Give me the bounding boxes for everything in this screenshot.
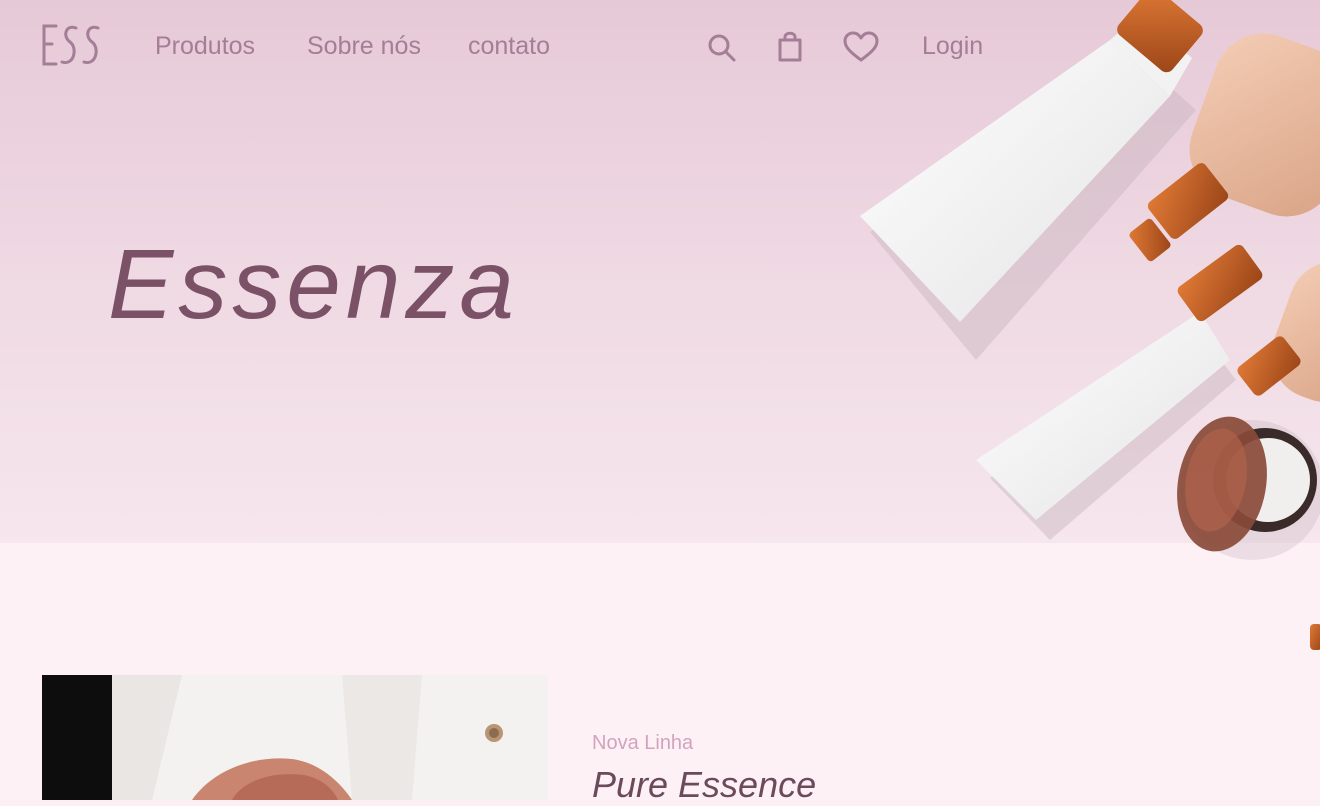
nav-produtos[interactable]: Produtos — [155, 32, 255, 61]
search-icon[interactable] — [706, 30, 738, 64]
logo[interactable] — [40, 22, 104, 68]
product-line-eyebrow: Nova Linha — [592, 732, 694, 754]
cosmetics-products-image — [860, 0, 1320, 650]
nav-contato[interactable]: contato — [468, 32, 550, 61]
shopping-bag-icon[interactable] — [776, 30, 804, 64]
hero-title: Essenza — [108, 229, 519, 339]
nav-sobre-nos[interactable]: Sobre nós — [307, 32, 421, 61]
product-photo — [42, 675, 548, 800]
